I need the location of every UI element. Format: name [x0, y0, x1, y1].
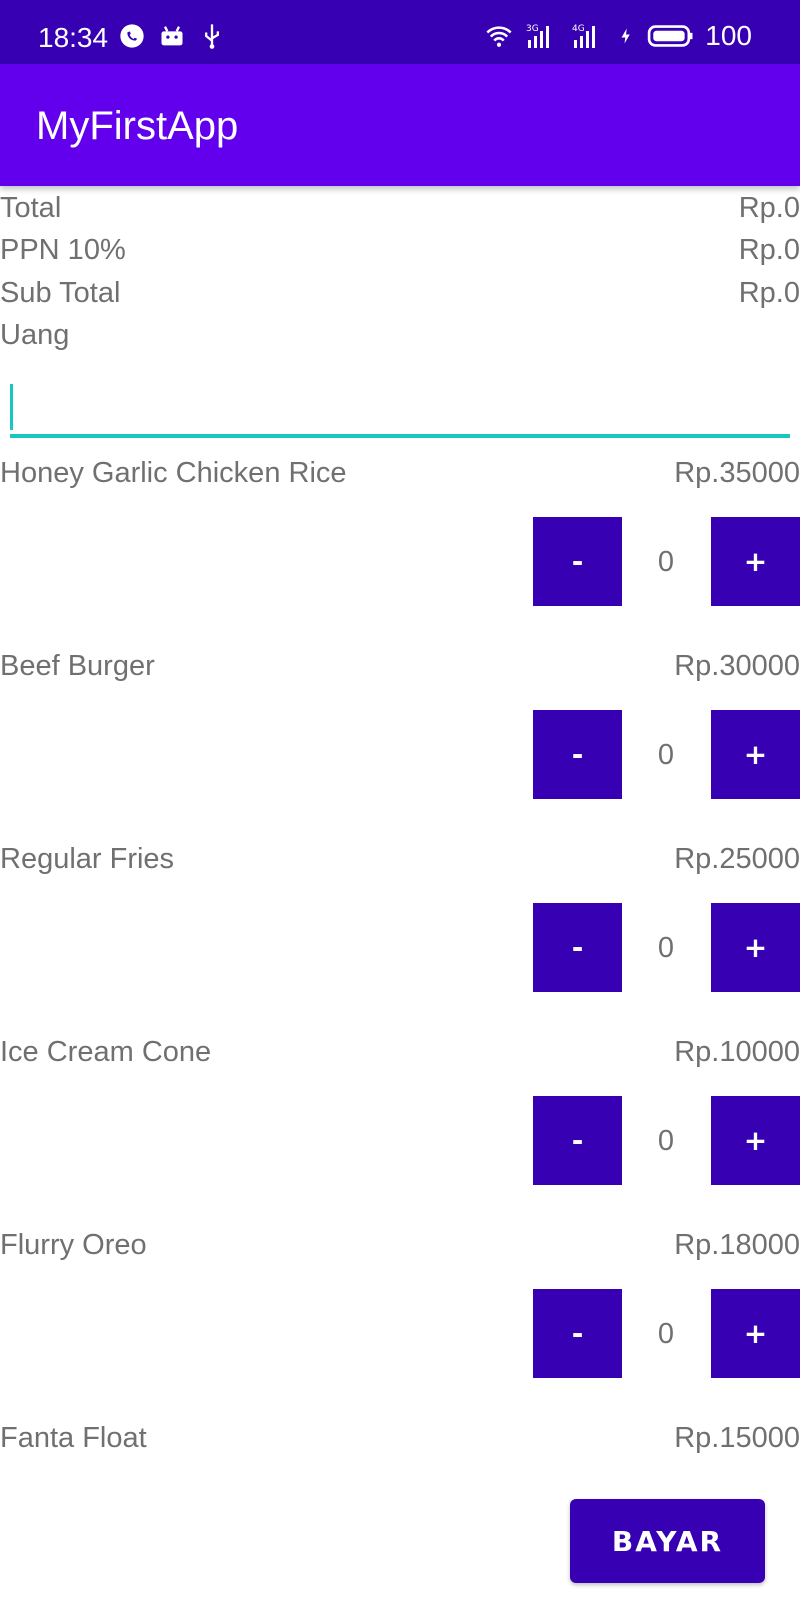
- usb-icon: [205, 24, 219, 49]
- app-title: MyFirstApp: [36, 104, 239, 148]
- quantity-value: 0: [657, 546, 675, 578]
- android-icon: [161, 26, 183, 46]
- svg-text:4G: 4G: [572, 24, 585, 34]
- increase-button[interactable]: +: [711, 1289, 800, 1378]
- svg-text:3G: 3G: [526, 24, 539, 34]
- uang-label: Uang: [0, 319, 70, 351]
- signal-3g-icon: 3G: [526, 24, 550, 48]
- status-time: 18:34: [38, 22, 109, 53]
- quantity-value: 0: [657, 739, 675, 771]
- battery-icon: [648, 25, 693, 47]
- status-icons-left: [118, 22, 226, 50]
- item-price: Rp.35000: [674, 457, 800, 489]
- total-value: Rp.0: [738, 192, 800, 224]
- increase-button[interactable]: +: [711, 903, 800, 992]
- decrease-button[interactable]: -: [533, 1289, 622, 1378]
- wifi-icon: [486, 26, 512, 47]
- charging-icon: [621, 28, 631, 44]
- decrease-button[interactable]: -: [533, 1096, 622, 1185]
- text-cursor: [10, 384, 13, 430]
- pay-button[interactable]: BAYAR: [570, 1499, 765, 1583]
- decrease-button[interactable]: -: [533, 710, 622, 799]
- decrease-button[interactable]: -: [533, 903, 622, 992]
- subtotal-row: Sub Total Rp.0: [0, 277, 800, 319]
- quantity-value: 0: [657, 1318, 675, 1350]
- quantity-value: 0: [657, 932, 675, 964]
- status-icons-right: 3G 4G 100: [485, 20, 752, 52]
- battery-level: 100: [705, 20, 752, 51]
- whatsapp-icon: [120, 24, 144, 48]
- item-name: Ice Cream Cone: [0, 1036, 212, 1068]
- increase-button[interactable]: +: [711, 1096, 800, 1185]
- item-price: Rp.15000: [674, 1422, 800, 1454]
- item-name: Fanta Float: [0, 1422, 147, 1454]
- total-label: Total: [0, 192, 62, 224]
- decrease-button[interactable]: -: [533, 517, 622, 606]
- status-bar: 18:34 3G 4G 100: [0, 0, 800, 64]
- uang-row: Uang: [0, 319, 800, 361]
- subtotal-value: Rp.0: [738, 277, 800, 309]
- item-price: Rp.25000: [674, 843, 800, 875]
- ppn-label: PPN 10%: [0, 234, 126, 266]
- item-name: Regular Fries: [0, 843, 175, 875]
- item-name: Flurry Oreo: [0, 1229, 147, 1261]
- subtotal-label: Sub Total: [0, 277, 121, 309]
- increase-button[interactable]: +: [711, 517, 800, 606]
- item-name: Honey Garlic Chicken Rice: [0, 457, 347, 489]
- increase-button[interactable]: +: [711, 710, 800, 799]
- money-input[interactable]: [10, 368, 790, 438]
- signal-4g-icon: 4G: [572, 24, 596, 48]
- item-price: Rp.30000: [674, 650, 800, 682]
- item-name: Beef Burger: [0, 650, 155, 682]
- item-price: Rp.18000: [674, 1229, 800, 1261]
- quantity-value: 0: [657, 1125, 675, 1157]
- item-price: Rp.10000: [674, 1036, 800, 1068]
- total-row: Total Rp.0: [0, 192, 800, 234]
- app-bar: MyFirstApp: [0, 64, 800, 186]
- ppn-row: PPN 10% Rp.0: [0, 234, 800, 276]
- ppn-value: Rp.0: [738, 234, 800, 266]
